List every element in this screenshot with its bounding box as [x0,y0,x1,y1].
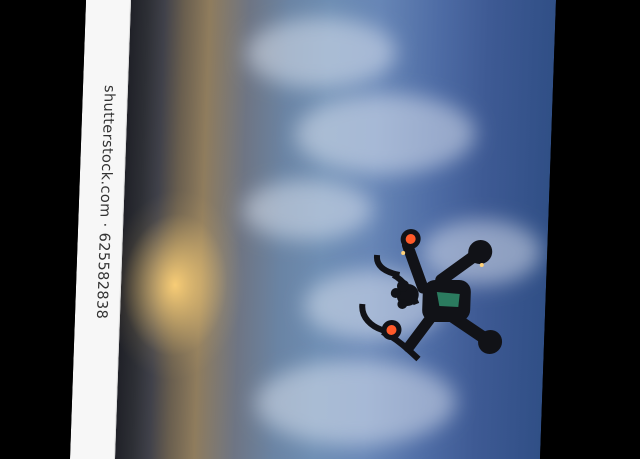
cloud-puff [293,94,477,174]
stock-id-watermark: shutterstock.com · 625582838 [92,85,118,320]
screenshot-stage: shutterstock.com · 625582838 [0,0,640,459]
cloud-puff [244,18,398,88]
drone-silhouette [359,229,503,362]
stock-photo-card: shutterstock.com · 625582838 [69,0,557,459]
drone [347,220,523,400]
